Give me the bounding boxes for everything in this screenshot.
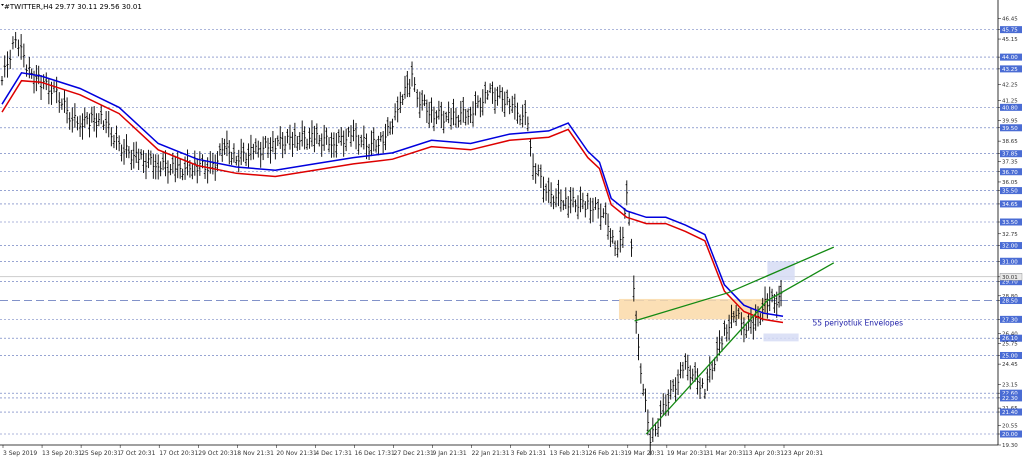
y-tick-label: 32.75: [1002, 232, 1018, 238]
price-chart[interactable]: 46.45 45.75 45.15 44.00 43.25 42.25 41.2540.80…: [0, 0, 1024, 463]
x-tick-label: 3 Feb 21:31: [511, 450, 547, 457]
y-tick-label: 44.00: [1002, 55, 1018, 61]
chart-window: 46.45 45.75 45.15 44.00 43.25 42.25 41.25 40.80…: [0, 0, 1024, 463]
y-tick-label: 24.45: [1002, 362, 1018, 368]
y-tick-label: 36.05: [1002, 180, 1018, 186]
x-tick-label: 16 Dec 17:31: [354, 450, 395, 457]
y-tick-label: 31.00: [1002, 259, 1018, 265]
x-tick-label: 4 Dec 17:31: [315, 450, 352, 457]
y-tick-label: 36.70: [1002, 170, 1018, 176]
y-tick-label: 27.30: [1002, 317, 1018, 323]
x-tick-label: 9 Mar 20:31: [628, 450, 664, 457]
y-tick-label: 34.65: [1002, 202, 1018, 208]
y-tick-label: 45.75: [1002, 28, 1018, 34]
x-tick-label: 29 Oct 20:31: [198, 450, 237, 457]
y-tick-label: 45.15: [1002, 37, 1018, 43]
x-tick-label: 19 Mar 20:31: [667, 450, 707, 457]
y-tick-label: 42.25: [1002, 83, 1018, 89]
x-tick-label: 26 Feb 21:31: [589, 450, 629, 457]
y-tick-label: 40.80: [1002, 105, 1018, 111]
y-tick-label: 25.00: [1002, 353, 1018, 359]
x-tick-label: 9 Jan 21:31: [433, 450, 467, 457]
x-tick-label: 20 Nov 21:31: [276, 450, 317, 457]
y-tick-label: 23.15: [1002, 383, 1018, 389]
x-tick-label: 22 Jan 21:31: [472, 450, 510, 457]
y-tick-label: 20.55: [1002, 423, 1018, 429]
x-tick-label: 23 Apr 20:31: [784, 450, 823, 457]
x-tick-label: 13 Sep 20:31: [42, 450, 82, 457]
x-tick-label: 27 Dec 21:31: [394, 450, 435, 457]
y-tick-label: 19.30: [1002, 443, 1018, 449]
y-tick-label: 38.65: [1002, 139, 1018, 145]
x-tick-label: 13 Feb 21:31: [550, 450, 590, 457]
y-tick-label: 39.95: [1002, 119, 1018, 125]
x-tick-label: 31 Mar 20:31: [706, 450, 746, 457]
y-tick-label: 22.30: [1002, 396, 1018, 402]
y-tick-label: 25.75: [1002, 342, 1018, 348]
annotation-label: 55 periyotluk Envelopes: [813, 319, 904, 328]
x-tick-label: 17 Oct 20:31: [159, 450, 198, 457]
chart-title: #TWITTER,H4 29.77 30.11 29.56 30.01: [4, 3, 142, 11]
x-tick-label: 8 Nov 21:31: [237, 450, 274, 457]
y-tick-label: 41.25: [1002, 98, 1018, 104]
y-tick-label: 43.25: [1002, 67, 1018, 73]
y-tick-label: 21.40: [1002, 410, 1018, 416]
zone-rect: [618, 298, 768, 320]
y-tick-label: 20.00: [1002, 432, 1018, 438]
x-tick-label: 13 Apr 20:31: [745, 450, 784, 457]
x-tick-label: 25 Sep 20:31: [81, 450, 121, 457]
y-tick-label: 35.50: [1002, 189, 1018, 195]
zone-rect: [767, 261, 795, 281]
y-tick-label: 28.50: [1002, 299, 1018, 305]
y-tick-label: 37.35: [1002, 160, 1018, 166]
current-price-label: 30.01: [1002, 275, 1018, 281]
x-tick-label: 3 Sep 2019: [3, 450, 37, 457]
y-tick-label: 37.85: [1002, 152, 1018, 158]
y-tick-label: 46.45: [1002, 17, 1018, 23]
x-tick-label: 7 Oct 20:31: [120, 450, 155, 457]
y-tick-label: 39.50: [1002, 126, 1018, 132]
y-tick-label: 33.50: [1002, 220, 1018, 226]
y-tick-label: 32.00: [1002, 244, 1018, 250]
zone-rect: [763, 333, 799, 342]
